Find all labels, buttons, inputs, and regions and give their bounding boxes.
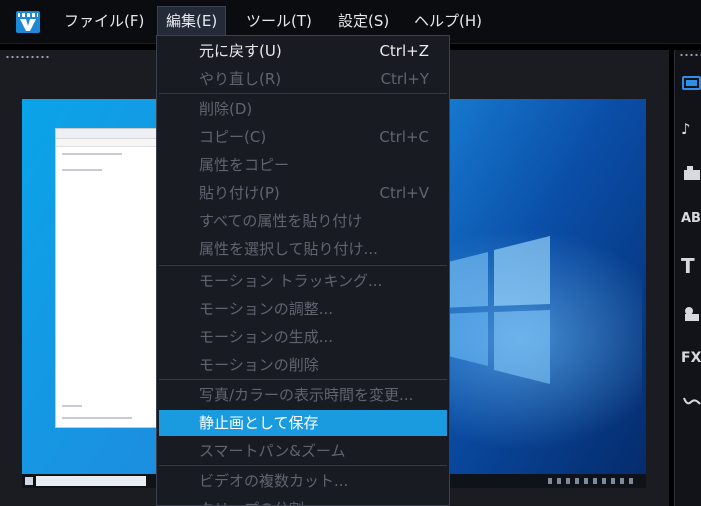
menu-item-delete-motion[interactable]: モーションの削除 (159, 352, 447, 378)
library-tool-strip: ♪ AB T FX (674, 50, 701, 506)
menu-file[interactable]: ファイル(F) (56, 7, 152, 35)
start-icon (25, 477, 33, 485)
edit-dropdown-menu: 元に戻す(U) Ctrl+Z やり直し(R) Ctrl+Y 削除(D) コピー(C) Ctr… (156, 35, 450, 506)
taskbar-search-box (36, 476, 146, 486)
menu-item-save-as-still-image[interactable]: 静止画として保存 (159, 410, 447, 436)
menu-tools[interactable]: ツール(T) (238, 7, 320, 35)
menu-item-label: 元に戻す(U) (199, 42, 282, 60)
menu-item-change-photo-color-duration[interactable]: 写真/カラーの表示時間を変更... (159, 382, 447, 408)
menu-item-label: モーション トラッキング... (199, 272, 383, 290)
menu-item-shortcut: Ctrl+C (379, 128, 429, 146)
menu-item-smart-pan-zoom[interactable]: スマートパン&ズーム (159, 438, 447, 464)
menu-item-undo[interactable]: 元に戻す(U) Ctrl+Z (159, 38, 447, 64)
menu-item-generate-motion[interactable]: モーションの生成... (159, 324, 447, 350)
menu-item-multi-trim-video[interactable]: ビデオの複数カット... (159, 468, 447, 494)
menu-item-redo[interactable]: やり直し(R) Ctrl+Y (159, 66, 447, 92)
menu-item-shortcut: Ctrl+V (379, 184, 429, 202)
menu-item-label: やり直し(R) (199, 70, 282, 88)
windows-logo-graphic (440, 236, 550, 384)
menu-item-paste[interactable]: 貼り付け(P) Ctrl+V (159, 180, 447, 206)
menu-item-label: クリップの分割 (199, 496, 304, 505)
browser-address-bar (56, 129, 164, 139)
menu-separator (159, 465, 447, 466)
menu-item-delete[interactable]: 削除(D) (159, 96, 447, 122)
menu-item-label: スマートパン&ズーム (199, 442, 346, 460)
menu-edit[interactable]: 編集(E) (156, 6, 227, 36)
tool-strip-grip[interactable] (679, 53, 701, 57)
browser-tab-bar (56, 139, 164, 147)
app-logo-icon[interactable] (16, 11, 40, 33)
menu-item-split-clip[interactable]: クリップの分割 (159, 496, 447, 505)
browser-window-thumbnail (55, 128, 165, 428)
media-library-icon[interactable] (681, 72, 701, 94)
menu-item-label: すべての属性を貼り付け (199, 212, 363, 230)
text-t-icon[interactable]: T (681, 255, 701, 277)
music-note-icon[interactable]: ♪ (681, 118, 701, 140)
menu-item-label: コピー(C) (199, 128, 267, 146)
menu-item-label: 貼り付け(P) (199, 184, 280, 202)
menu-item-label: 属性をコピー (199, 156, 290, 174)
menu-item-copy[interactable]: コピー(C) Ctrl+C (159, 124, 447, 150)
menu-item-label: 写真/カラーの表示時間を変更... (199, 386, 414, 404)
menu-separator (159, 265, 447, 266)
menu-item-copy-attributes[interactable]: 属性をコピー (159, 152, 447, 178)
menu-item-motion-tracking[interactable]: モーション トラッキング... (159, 268, 447, 294)
browser-text-line (62, 417, 132, 419)
menu-settings[interactable]: 設定(S) (330, 7, 397, 35)
browser-text-line (62, 169, 102, 171)
menu-item-label: 属性を選択して貼り付け... (199, 240, 378, 258)
browser-text-line (62, 405, 82, 407)
title-ab-icon[interactable]: AB (681, 208, 701, 230)
menu-item-adjust-motion[interactable]: モーションの調整... (159, 296, 447, 322)
fx-filter-icon[interactable]: FX (681, 347, 701, 369)
menu-item-label: モーションの生成... (199, 328, 334, 346)
menu-item-shortcut: Ctrl+Z (379, 42, 429, 60)
browser-text-line (62, 153, 122, 155)
menu-item-label: モーションの調整... (199, 300, 334, 318)
menu-item-label: 削除(D) (199, 100, 253, 118)
menu-item-label: ビデオの複数カット... (199, 472, 349, 490)
menu-help[interactable]: ヘルプ(H) (406, 7, 490, 35)
path-icon[interactable] (681, 390, 701, 412)
graphics-icon[interactable] (681, 302, 701, 324)
menu-separator (159, 379, 447, 380)
menu-separator (159, 93, 447, 94)
instant-project-icon[interactable] (681, 162, 701, 184)
menu-item-label: モーションの削除 (199, 356, 319, 374)
menu-item-paste-all-attributes[interactable]: すべての属性を貼り付け (159, 208, 447, 234)
menu-item-label: 静止画として保存 (199, 414, 319, 432)
panel-grip-handle[interactable] (5, 55, 51, 59)
system-tray-icons (548, 478, 638, 484)
menu-item-paste-selected-attributes[interactable]: 属性を選択して貼り付け... (159, 236, 447, 262)
menu-item-shortcut: Ctrl+Y (380, 70, 429, 88)
